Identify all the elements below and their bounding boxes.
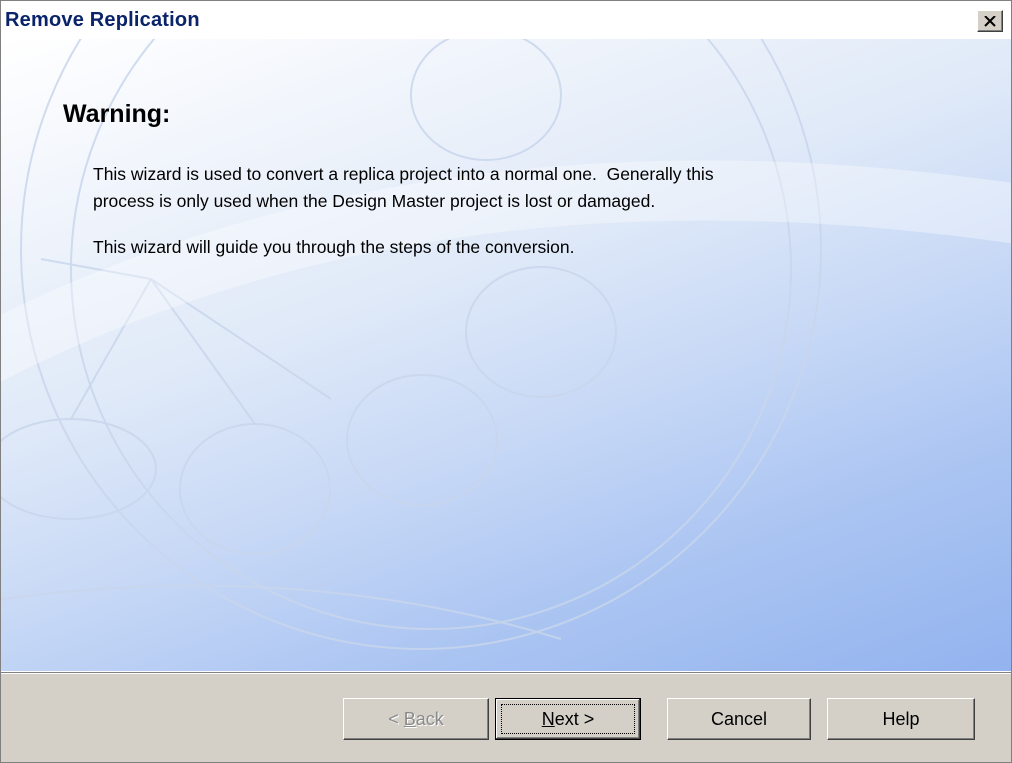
back-prefix: < [388, 708, 404, 729]
guide-paragraph: This wizard will guide you through the s… [93, 237, 575, 257]
wizard-dialog: Remove Replication Warning: This wizard … [0, 0, 1012, 763]
cancel-button[interactable]: Cancel [667, 698, 811, 740]
description-paragraph: This wizard is used to convert a replica… [93, 161, 893, 215]
help-button[interactable]: Help [827, 698, 975, 740]
focus-rectangle [501, 704, 635, 734]
close-button[interactable] [977, 10, 1003, 32]
background-watermark [1, 39, 1011, 650]
title-bar: Remove Replication [1, 1, 1011, 39]
wizard-content-panel: Warning: This wizard is used to convert … [1, 39, 1011, 672]
close-icon [984, 15, 996, 27]
next-button[interactable]: Next > [495, 698, 641, 740]
back-button[interactable]: < Back [343, 698, 489, 740]
warning-heading: Warning: [63, 100, 171, 128]
description-line-1: This wizard is used to convert a replica… [93, 164, 714, 184]
back-accelerator: B [403, 708, 416, 729]
description-line-2: process is only used when the Design Mas… [93, 191, 656, 211]
window-title: Remove Replication [5, 9, 200, 31]
back-label-rest: ack [415, 708, 444, 729]
button-separator [1, 672, 1011, 674]
